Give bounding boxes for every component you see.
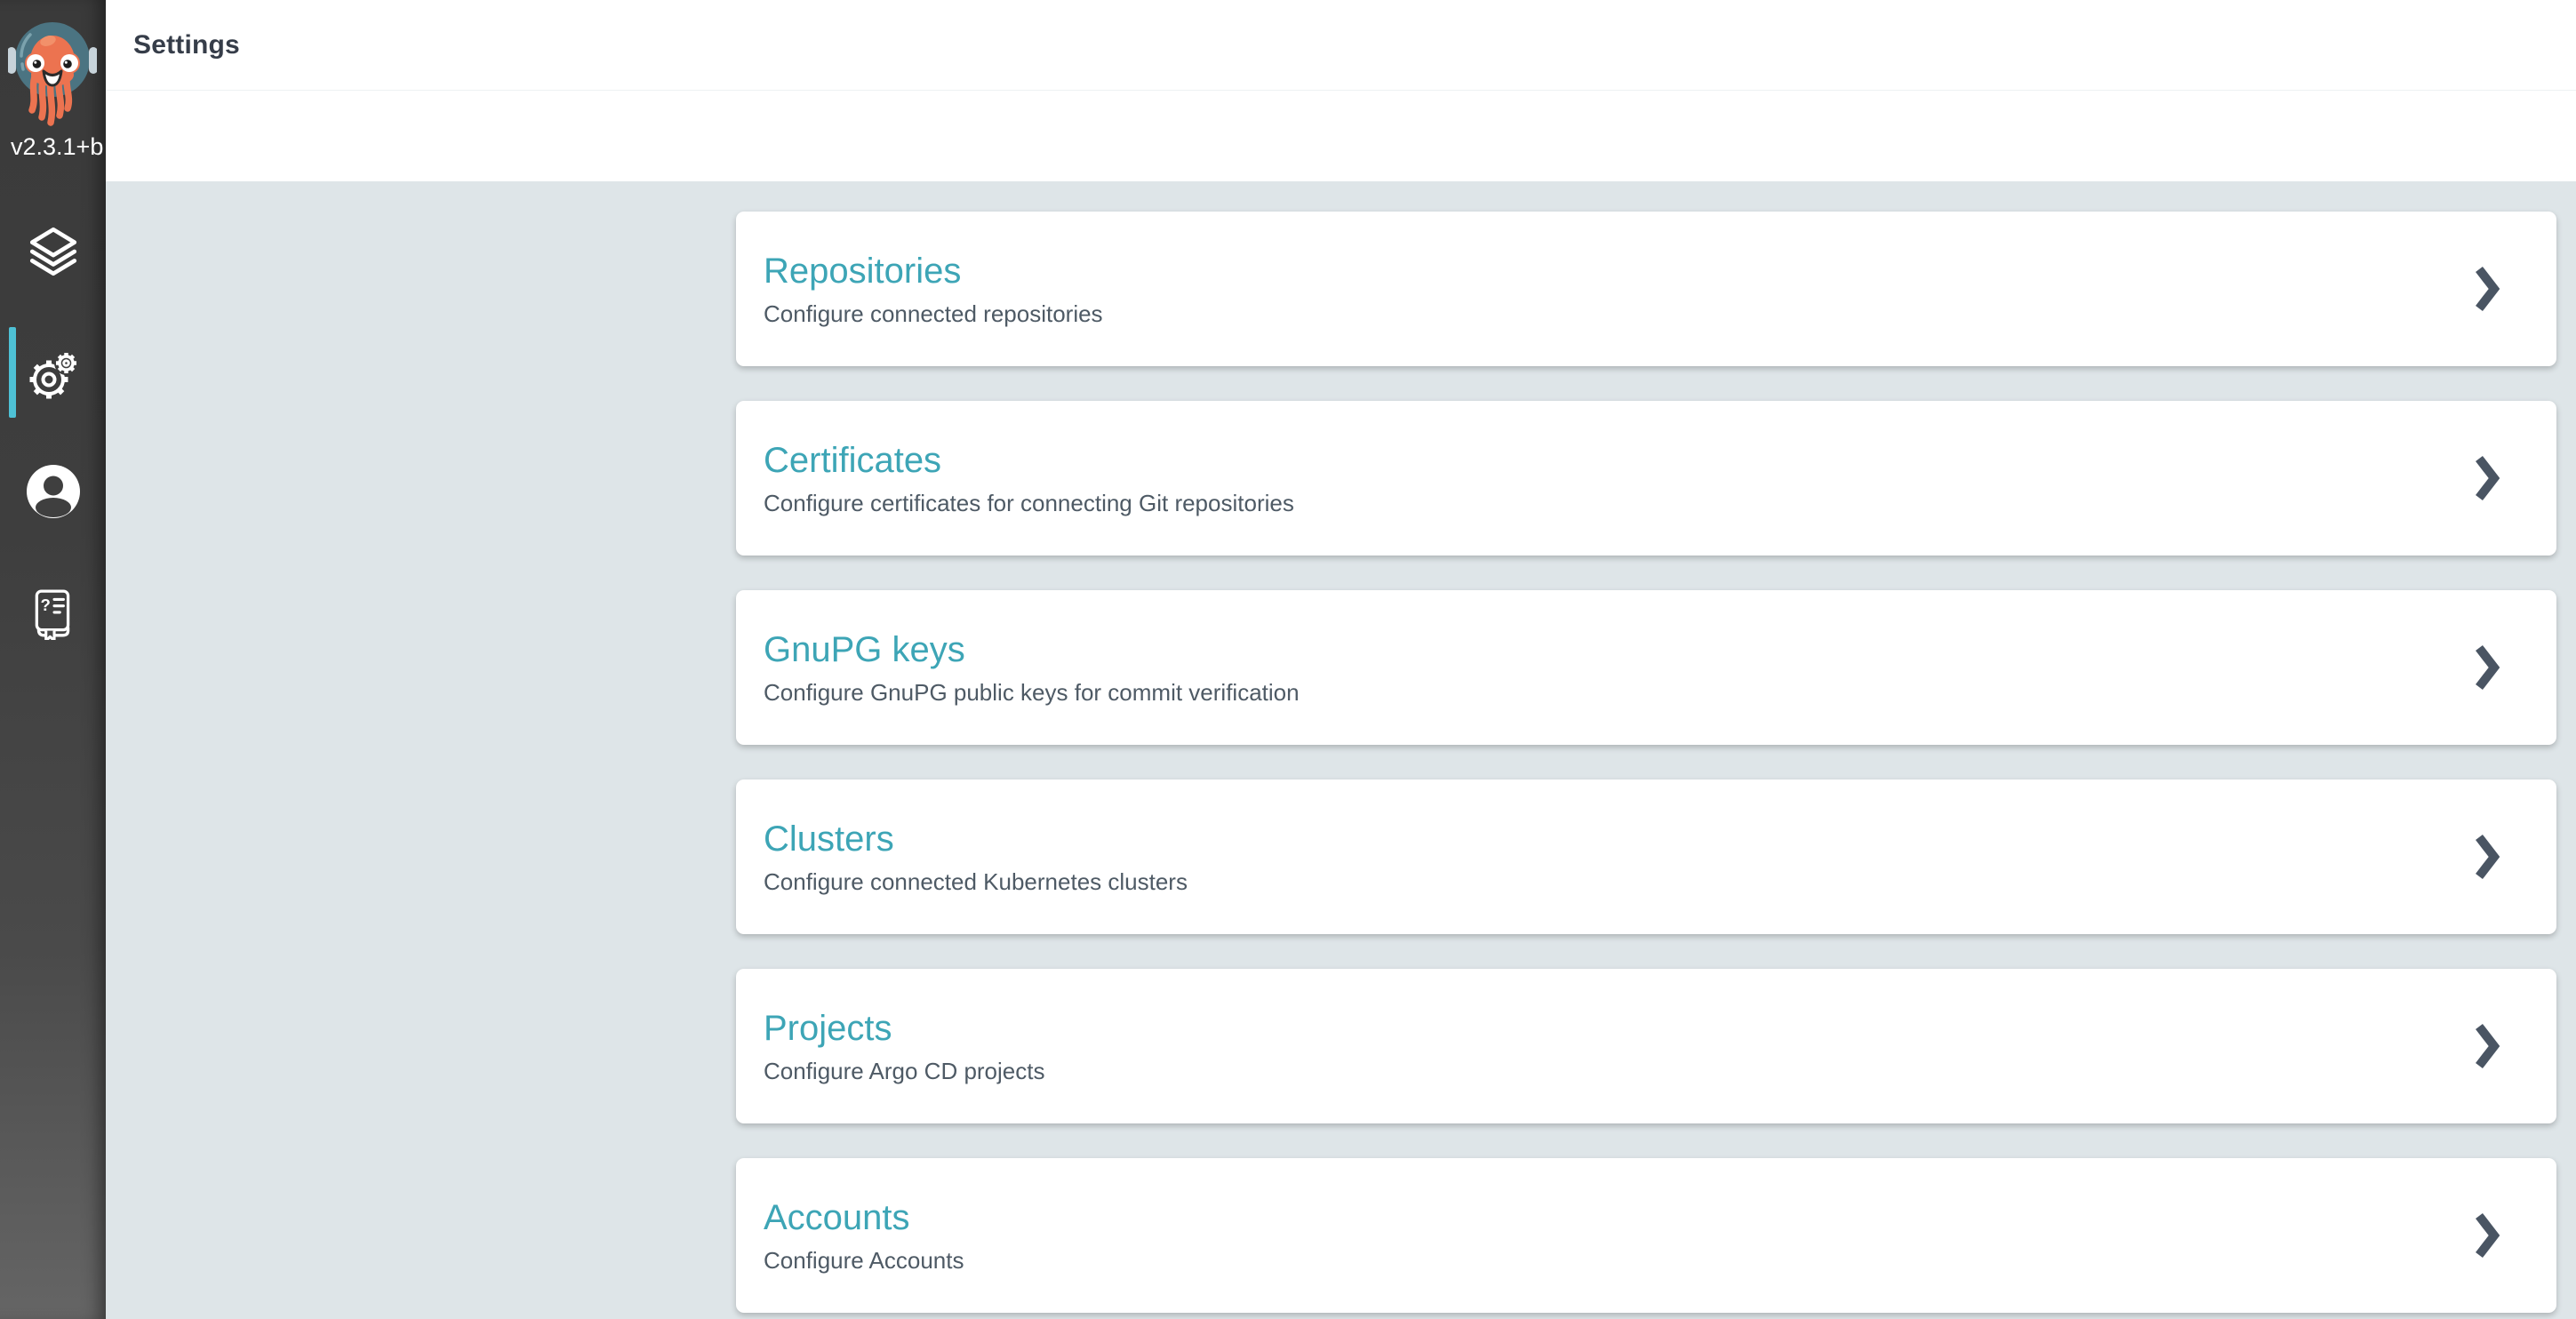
chevron-right-icon[interactable] (2475, 267, 2500, 311)
settings-card[interactable]: GnuPG keys Configure GnuPG public keys f… (736, 590, 2556, 745)
settings-card-title[interactable]: GnuPG keys (764, 632, 2475, 667)
page-title: Settings (133, 30, 240, 60)
chevron-right-icon[interactable] (2475, 456, 2500, 500)
settings-card[interactable]: Accounts Configure Accounts (736, 1158, 2556, 1313)
settings-card-title[interactable]: Accounts (764, 1200, 2475, 1235)
settings-card-title[interactable]: Repositories (764, 253, 2475, 289)
settings-card[interactable]: Certificates Configure certificates for … (736, 401, 2556, 556)
help-book-icon: ? (28, 588, 79, 640)
gear-icon (26, 348, 81, 404)
settings-card-description: Configure certificates for connecting Gi… (764, 492, 2475, 515)
sidebar-item-applications[interactable] (0, 222, 106, 281)
settings-card-description: Configure Accounts (764, 1249, 2475, 1272)
settings-card-title[interactable]: Clusters (764, 821, 2475, 857)
sidebar-item-help[interactable]: ? (0, 585, 106, 644)
settings-overview: Repositories Configure connected reposit… (106, 181, 2576, 1319)
svg-text:?: ? (40, 596, 50, 614)
settings-card[interactable]: Repositories Configure connected reposit… (736, 212, 2556, 366)
toolbar (106, 92, 2576, 181)
chevron-right-icon[interactable] (2475, 835, 2500, 879)
settings-card-list: Repositories Configure connected reposit… (736, 212, 2556, 1313)
user-circle-icon (25, 463, 82, 520)
chevron-right-icon[interactable] (2475, 1024, 2500, 1068)
settings-card-description: Configure Argo CD projects (764, 1059, 2475, 1083)
settings-card-text: GnuPG keys Configure GnuPG public keys f… (764, 632, 2475, 704)
settings-card-text: Projects Configure Argo CD projects (764, 1011, 2475, 1083)
argo-cd-logo (8, 14, 97, 128)
sidebar-item-user-info[interactable] (0, 462, 106, 521)
settings-card[interactable]: Projects Configure Argo CD projects (736, 969, 2556, 1123)
settings-card-description: Configure connected repositories (764, 302, 2475, 325)
chevron-right-icon[interactable] (2475, 1213, 2500, 1258)
settings-card-text: Certificates Configure certificates for … (764, 443, 2475, 515)
version-label: v2.3.1+b (11, 133, 106, 161)
sidebar-item-settings[interactable] (0, 347, 106, 405)
page-header: Settings (106, 0, 2576, 91)
sidebar: v2.3.1+b (0, 0, 106, 1319)
settings-card-title[interactable]: Certificates (764, 443, 2475, 478)
chevron-right-icon[interactable] (2475, 645, 2500, 690)
settings-card-text: Clusters Configure connected Kubernetes … (764, 821, 2475, 893)
settings-card-text: Accounts Configure Accounts (764, 1200, 2475, 1272)
settings-card-description: Configure GnuPG public keys for commit v… (764, 681, 2475, 704)
settings-card-title[interactable]: Projects (764, 1011, 2475, 1046)
settings-card-description: Configure connected Kubernetes clusters (764, 870, 2475, 893)
settings-card-text: Repositories Configure connected reposit… (764, 253, 2475, 325)
layers-icon (26, 224, 81, 279)
settings-card[interactable]: Clusters Configure connected Kubernetes … (736, 779, 2556, 934)
